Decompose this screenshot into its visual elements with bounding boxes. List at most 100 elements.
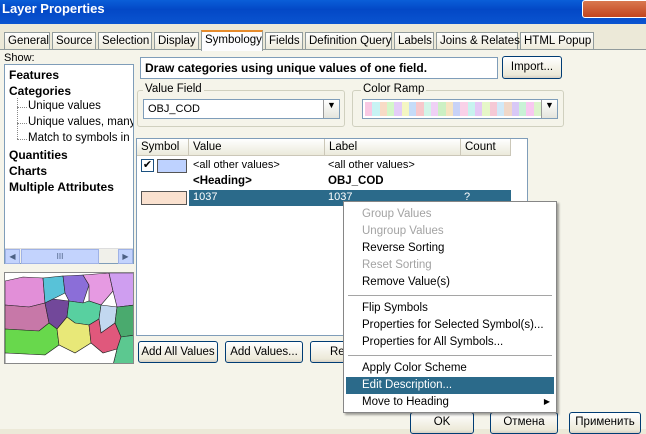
value-field-select[interactable]: OBJ_COD ▼: [143, 99, 340, 119]
color-ramp-swatch: [401, 102, 409, 116]
map-preview-image: [5, 273, 133, 363]
tree-item-match-to-symbols[interactable]: Match to symbols in a style: [28, 132, 133, 144]
menu-item-ungroup-values[interactable]: Ungroup Values: [346, 223, 554, 240]
color-ramp-swatch: [386, 102, 395, 116]
value-field-label: Value Field: [143, 83, 204, 95]
column-header-symbol[interactable]: Symbol: [137, 139, 189, 156]
tab-definition-query[interactable]: Definition Query: [305, 32, 392, 50]
cell-value[interactable]: 1037: [193, 191, 217, 203]
color-ramp-swatch: [452, 102, 461, 116]
cell-label[interactable]: <all other values>: [328, 159, 415, 171]
cell-value[interactable]: <all other values>: [193, 159, 280, 171]
tree-item-charts[interactable]: Charts: [9, 164, 47, 178]
color-ramp-swatch: [526, 102, 534, 116]
import-button[interactable]: Import...: [502, 56, 562, 79]
color-ramp-swatch: [518, 102, 527, 116]
menu-item-group-values[interactable]: Group Values: [346, 206, 554, 223]
tree-item-quantities[interactable]: Quantities: [9, 148, 68, 162]
symbol-swatch[interactable]: [157, 159, 187, 173]
tab-general[interactable]: General: [4, 32, 50, 50]
column-header-value[interactable]: Value: [189, 139, 325, 156]
renderer-description: Draw categories using unique values of o…: [140, 57, 498, 79]
menu-item-move-to-heading-label: Move to Heading: [362, 396, 449, 408]
cell-heading-value[interactable]: <Heading>: [193, 175, 252, 187]
add-values-button[interactable]: Add Values...: [225, 341, 303, 363]
color-ramp-swatch: [430, 102, 439, 116]
menu-item-reverse-sorting[interactable]: Reverse Sorting: [346, 240, 554, 257]
tree-item-unique-values[interactable]: Unique values: [28, 100, 101, 112]
tab-symbology[interactable]: Symbology: [201, 30, 263, 51]
color-ramp-swatch: [489, 102, 497, 116]
menu-separator: [348, 295, 552, 296]
color-ramp-swatch: [423, 102, 431, 116]
menu-item-edit-description[interactable]: Edit Description...: [346, 377, 554, 394]
color-ramp-select[interactable]: ▼: [362, 99, 558, 119]
menu-item-remove-values[interactable]: Remove Value(s): [346, 274, 554, 291]
scroll-grip: III: [56, 252, 64, 261]
submenu-arrow-icon: ▶: [543, 397, 550, 406]
window-title: Layer Properties: [2, 1, 105, 16]
tree-connector: [17, 98, 18, 139]
title-bar: Layer Properties: [0, 0, 646, 24]
color-ramp-swatch: [504, 102, 512, 116]
tab-joins-relates[interactable]: Joins & Relates: [436, 32, 520, 50]
ok-button[interactable]: OK: [410, 412, 474, 434]
tree-horizontal-scrollbar[interactable]: ◀ III ▶: [5, 248, 133, 264]
menu-item-move-to-heading[interactable]: Move to Heading ▶: [346, 394, 554, 411]
chevron-down-icon[interactable]: ▼: [323, 100, 339, 118]
color-ramp-swatch: [511, 102, 519, 116]
apply-button[interactable]: Применить: [569, 412, 641, 434]
close-button[interactable]: [582, 0, 646, 18]
color-ramp-swatch: [467, 102, 475, 116]
tab-strip: General Source Selection Display Symbolo…: [0, 30, 646, 51]
cancel-button[interactable]: Отмена: [490, 412, 558, 434]
row-visibility-checkbox[interactable]: ✔: [141, 159, 154, 172]
tree-item-features[interactable]: Features: [9, 68, 59, 82]
tree-item-unique-values-many-fields[interactable]: Unique values, many fields: [28, 116, 133, 128]
value-field-value: OBJ_COD: [148, 103, 200, 115]
tree-item-categories[interactable]: Categories: [9, 84, 71, 98]
cell-heading-label[interactable]: OBJ_COD: [328, 175, 384, 187]
color-ramp-swatch: [533, 102, 541, 116]
show-label: Show:: [4, 52, 35, 64]
show-tree[interactable]: Features Categories Unique values Unique…: [4, 64, 134, 264]
column-header-count[interactable]: Count: [461, 139, 511, 156]
tab-selection[interactable]: Selection: [98, 32, 152, 50]
column-header-label[interactable]: Label: [325, 139, 461, 156]
tab-fields[interactable]: Fields: [265, 32, 303, 50]
tab-display[interactable]: Display: [154, 32, 199, 50]
color-ramp-swatch: [408, 102, 417, 116]
color-ramp-swatch: [460, 102, 468, 116]
color-ramp-swatch: [474, 102, 483, 116]
menu-item-properties-all-symbols[interactable]: Properties for All Symbols...: [346, 334, 554, 351]
menu-item-reset-sorting[interactable]: Reset Sorting: [346, 257, 554, 274]
tree-connector: [17, 107, 27, 108]
symbol-swatch[interactable]: [141, 191, 187, 205]
color-ramp-swatch: [445, 102, 453, 116]
color-ramp-swatch: [416, 102, 424, 116]
color-ramp-swatches: [365, 102, 541, 116]
menu-item-flip-symbols[interactable]: Flip Symbols: [346, 300, 554, 317]
color-ramp-swatch: [438, 102, 446, 116]
tab-labels[interactable]: Labels: [394, 32, 434, 50]
tree-connector: [17, 123, 27, 124]
menu-item-properties-selected-symbols[interactable]: Properties for Selected Symbol(s)...: [346, 317, 554, 334]
tab-source[interactable]: Source: [52, 32, 96, 50]
tree-connector: [17, 139, 27, 140]
scroll-left-icon[interactable]: ◀: [5, 249, 20, 264]
color-ramp-label: Color Ramp: [361, 83, 427, 95]
add-all-values-button[interactable]: Add All Values: [138, 341, 218, 363]
color-ramp-swatch: [496, 102, 505, 116]
symbology-preview-map: [4, 272, 134, 364]
menu-separator: [348, 355, 552, 356]
color-ramp-swatch: [365, 102, 373, 116]
scroll-right-icon[interactable]: ▶: [118, 249, 133, 264]
color-ramp-swatch: [379, 102, 387, 116]
tab-html-popup[interactable]: HTML Popup: [520, 32, 594, 50]
context-menu: Group Values Ungroup Values Reverse Sort…: [343, 201, 557, 413]
chevron-down-icon[interactable]: ▼: [541, 100, 557, 118]
color-ramp-swatch: [482, 102, 490, 116]
menu-item-apply-color-scheme[interactable]: Apply Color Scheme: [346, 360, 554, 377]
tree-item-multiple-attributes[interactable]: Multiple Attributes: [9, 180, 114, 194]
scroll-thumb[interactable]: III: [21, 249, 99, 264]
